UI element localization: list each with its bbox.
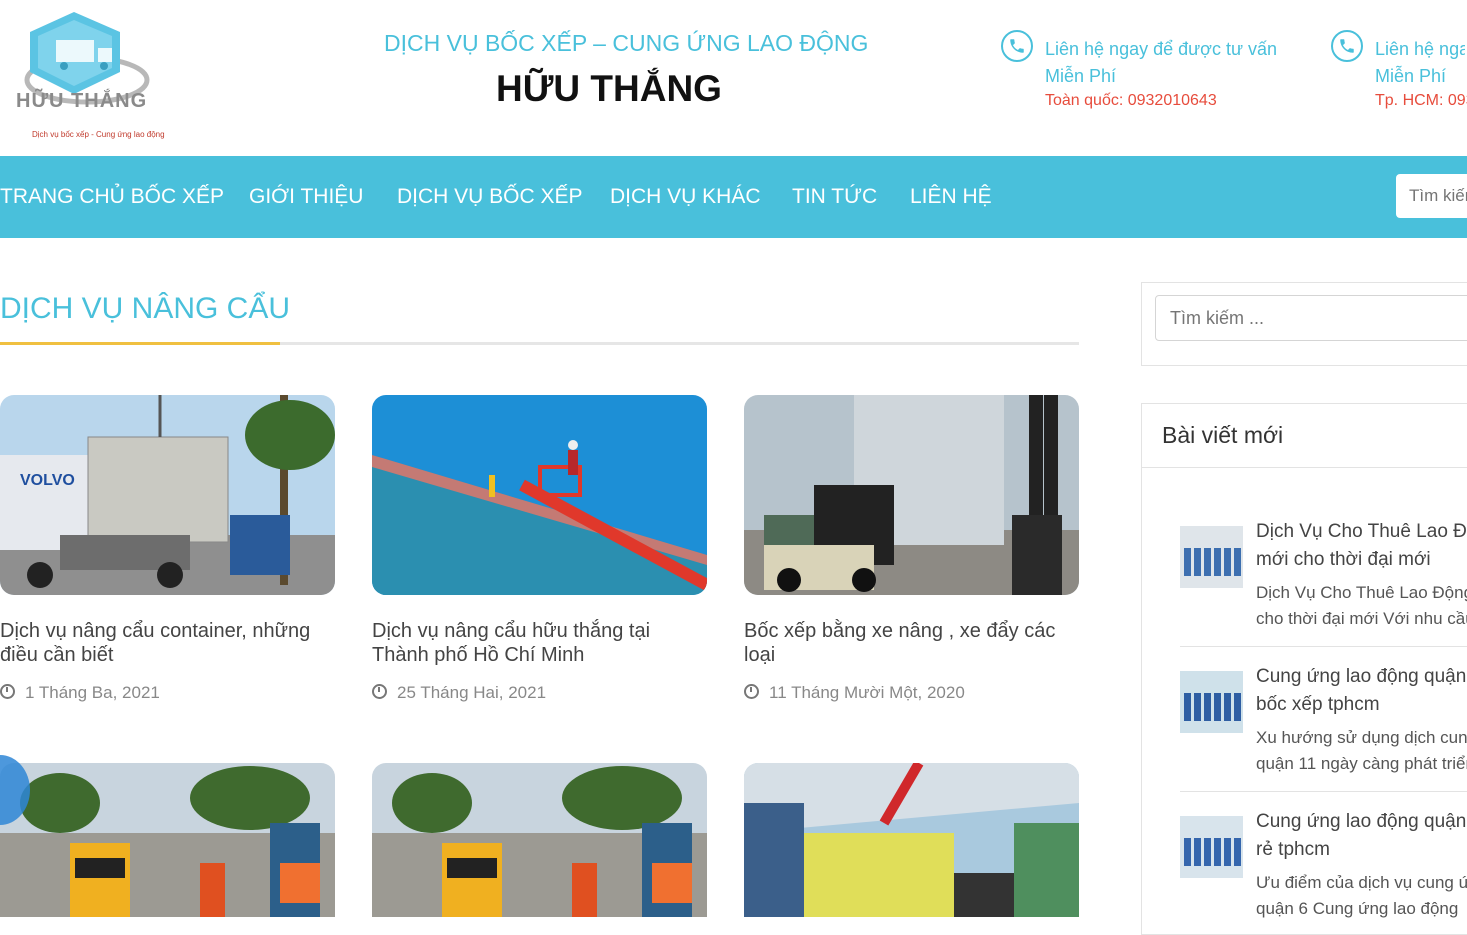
recent-post-title[interactable]: Dịch Vụ Cho Thuê Lao Động mới cho thời đ… (1256, 518, 1467, 574)
clock-icon (744, 684, 759, 699)
post-card[interactable] (372, 763, 707, 917)
site-header: HỮU THẮNG Dịch vụ bốc xếp - Cung ứng lao… (0, 0, 1467, 156)
phone-icon (1001, 30, 1033, 62)
nav-search-input[interactable] (1396, 174, 1467, 218)
post-title[interactable]: Dịch vụ nâng cẩu container, những điều c… (0, 619, 335, 667)
nav-item-contact[interactable]: LIÊN HỆ (910, 156, 992, 238)
post-title[interactable]: Dịch vụ nâng cẩu hữu thắng tại Thành phố… (372, 619, 707, 667)
post-title[interactable]: Bốc xếp bằng xe nâng , xe đẩy các loại (744, 619, 1079, 667)
post-card[interactable] (744, 763, 1079, 917)
post-date: 11 Tháng Mười Một, 2020 (744, 683, 965, 703)
recent-post-excerpt: Dịch Vụ Cho Thuê Lao Động cho thời đại m… (1256, 583, 1467, 628)
recent-post-excerpt: Xu hướng sử dụng dịch cung ứng quận 11 n… (1256, 728, 1467, 773)
contact-title: Liên hệ ngay để được tư vấn Miễn Phí (1045, 39, 1278, 86)
post-date: 25 Tháng Hai, 2021 (372, 683, 546, 703)
post-thumbnail[interactable] (372, 395, 707, 595)
post-thumbnail[interactable] (744, 763, 1079, 917)
nav-item-about[interactable]: GIỚI THIỆU (249, 156, 363, 238)
nav-item-other-services[interactable]: DỊCH VỤ KHÁC (610, 156, 761, 238)
recent-post-thumbnail[interactable] (1180, 671, 1243, 733)
contact-phone[interactable]: Toàn quốc: 0932010643 (1045, 92, 1217, 110)
site-tagline: DỊCH VỤ BỐC XẾP – CUNG ỨNG LAO ĐỘNG (384, 30, 869, 56)
nav-item-news[interactable]: TIN TỨC (792, 156, 877, 238)
recent-post-excerpt: Ưu điểm của dịch vụ cung ứng quận 6 Cung… (1256, 873, 1467, 918)
phone-icon (1331, 30, 1363, 62)
recent-post-thumbnail[interactable] (1180, 816, 1243, 878)
site-logo[interactable]: HỮU THẮNG Dịch vụ bốc xếp - Cung ứng lao… (12, 10, 165, 145)
contact-phone[interactable]: Tp. HCM: 0932010643 (1375, 92, 1467, 110)
logo-emblem-icon (24, 12, 150, 105)
recent-post-thumbnail[interactable] (1180, 526, 1243, 588)
post-thumbnail[interactable] (744, 395, 1079, 595)
post-card[interactable] (0, 763, 335, 917)
post-thumbnail[interactable] (0, 763, 335, 917)
clock-icon (372, 684, 387, 699)
site-title: HỮU THẮNG (496, 68, 722, 109)
nav-item-home[interactable]: TRANG CHỦ BỐC XẾP (0, 156, 224, 238)
post-divider (1180, 791, 1467, 792)
widget-divider (1141, 467, 1467, 468)
post-thumbnail[interactable] (372, 763, 707, 917)
page-title: DỊCH VỤ NÂNG CẨU (0, 292, 291, 325)
sidebar-search-input[interactable] (1155, 295, 1467, 341)
post-date: 1 Tháng Ba, 2021 (0, 683, 160, 703)
post-divider (1180, 646, 1467, 647)
title-divider-accent (0, 342, 280, 345)
post-thumbnail[interactable]: VOLVO (0, 395, 335, 595)
svg-text:VOLVO: VOLVO (20, 472, 75, 489)
logo-text: HỮU THẮNG (16, 90, 148, 112)
contact-title: Liên hệ ngay để được tư vấn Miễn Phí (1375, 39, 1465, 86)
logo-subtitle: Dịch vụ bốc xếp - Cung ứng lao động (32, 130, 165, 139)
recent-post-title[interactable]: Cung ứng lao động quận 6 giá rẻ tphcm (1256, 808, 1467, 864)
clock-icon (0, 684, 15, 699)
recent-posts-heading: Bài viết mới (1162, 422, 1284, 448)
main-nav: TRANG CHỦ BỐC XẾP GIỚI THIỆU DỊCH VỤ BỐC… (0, 156, 1467, 238)
recent-post-title[interactable]: Cung ứng lao động quận 11 bốc xếp tphcm (1256, 663, 1467, 719)
nav-item-services[interactable]: DỊCH VỤ BỐC XẾP (397, 156, 583, 238)
